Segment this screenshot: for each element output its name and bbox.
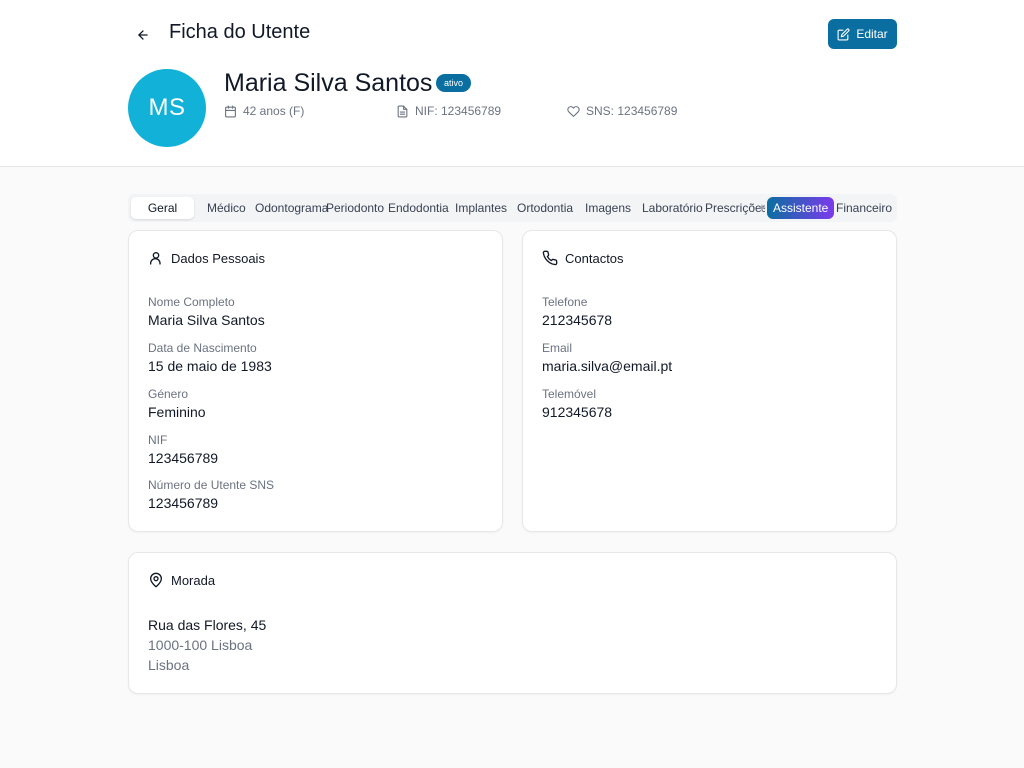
contacts-title: Contactos — [565, 250, 624, 266]
field-value: 212345678 — [542, 312, 613, 328]
file-icon — [397, 105, 408, 117]
address-title: Morada — [171, 572, 216, 588]
field-numero-utente-sns: Número de Utente SNS 123456789 — [148, 478, 274, 512]
address-header: Morada — [148, 572, 215, 588]
edit-icon — [837, 27, 850, 40]
patient-age-text: 42 anos (F) — [243, 104, 305, 118]
field-email: Email maria.silva@email.pt — [542, 341, 672, 375]
field-label: Email — [542, 341, 573, 355]
sparkle-icon — [757, 203, 767, 213]
field-genero: Género Feminino — [148, 387, 206, 421]
back-button[interactable] — [130, 22, 156, 48]
address-postal: 1000-100 Lisboa — [148, 637, 253, 653]
field-value: 123456789 — [148, 495, 219, 511]
map-pin-icon — [150, 572, 162, 588]
tab-odontograma[interactable]: Odontograma — [255, 194, 328, 222]
address-card: Morada Rua das Flores, 45 1000-100 Lisbo… — [128, 552, 897, 694]
tab-endodontia[interactable]: Endodontia — [388, 194, 449, 222]
field-nif: NIF 123456789 — [148, 433, 218, 467]
field-label: NIF — [148, 433, 168, 447]
tab-prescricoes[interactable]: Prescrições — [705, 194, 765, 222]
edit-button[interactable]: Editar — [828, 19, 897, 49]
user-icon — [150, 252, 161, 265]
address-city: Lisboa — [148, 657, 190, 673]
status-badge: ativo — [436, 74, 472, 92]
field-label: Telefone — [542, 295, 588, 309]
tab-implantes[interactable]: Implantes — [455, 194, 507, 222]
field-label: Nome Completo — [148, 295, 235, 309]
field-value: 123456789 — [148, 450, 219, 466]
field-label: Data de Nascimento — [148, 341, 257, 355]
patient-header: Ficha do Utente Editar MS Maria Silva Sa… — [0, 0, 1024, 167]
address-street: Rua das Flores, 45 — [148, 617, 267, 633]
tab-financeiro[interactable]: Financeiro — [836, 194, 892, 222]
field-value: maria.silva@email.pt — [542, 358, 673, 374]
edit-button-label: Editar — [856, 27, 888, 41]
tab-ortodontia[interactable]: Ortodontia — [517, 194, 573, 222]
tab-assistente-sparkle[interactable] — [757, 194, 767, 222]
personal-data-header: Dados Pessoais — [148, 250, 265, 266]
field-value: Maria Silva Santos — [148, 312, 265, 328]
tab-laboratorio[interactable]: Laboratório — [642, 194, 703, 222]
patient-nif-text: NIF: 123456789 — [415, 104, 502, 118]
field-telemovel: Telemóvel 912345678 — [542, 387, 612, 421]
personal-data-title: Dados Pessoais — [171, 250, 265, 266]
field-telefone: Telefone 212345678 — [542, 295, 612, 329]
page-title: Ficha do Utente — [169, 21, 311, 43]
field-label: Telemóvel — [542, 387, 597, 401]
tab-periodonto[interactable]: Periodonto — [326, 194, 384, 222]
heart-icon — [567, 105, 580, 117]
tab-imagens[interactable]: Imagens — [585, 194, 631, 222]
field-label: Número de Utente SNS — [148, 478, 275, 492]
field-value: Feminino — [148, 404, 206, 420]
patient-sns: SNS: 123456789 — [567, 104, 677, 118]
field-value: 15 de maio de 1983 — [148, 358, 272, 374]
calendar-icon — [225, 105, 236, 117]
field-nome-completo: Nome Completo Maria Silva Santos — [148, 295, 265, 329]
patient-name: Maria Silva Santos — [224, 69, 433, 97]
patient-age: 42 anos (F) — [224, 104, 304, 118]
arrow-left-icon — [138, 30, 148, 40]
field-value: 912345678 — [542, 404, 613, 420]
patient-sns-text: SNS: 123456789 — [586, 104, 678, 118]
field-label: Género — [148, 387, 189, 401]
personal-data-card: Dados Pessoais Nome Completo Maria Silva… — [128, 230, 503, 532]
phone-icon — [542, 250, 558, 266]
avatar: MS — [128, 69, 206, 147]
tab-bar: Geral Médico Odontograma Periodonto Endo… — [128, 194, 897, 222]
field-data-nascimento: Data de Nascimento 15 de maio de 1983 — [148, 341, 272, 375]
tab-geral[interactable]: Geral — [131, 197, 194, 219]
contacts-header: Contactos — [542, 250, 624, 266]
tab-medico[interactable]: Médico — [207, 194, 246, 222]
tab-assistente[interactable]: Assistente — [767, 197, 835, 219]
contacts-card: Contactos Telefone 212345678 Email maria… — [522, 230, 897, 532]
patient-nif: NIF: 123456789 — [396, 104, 501, 118]
